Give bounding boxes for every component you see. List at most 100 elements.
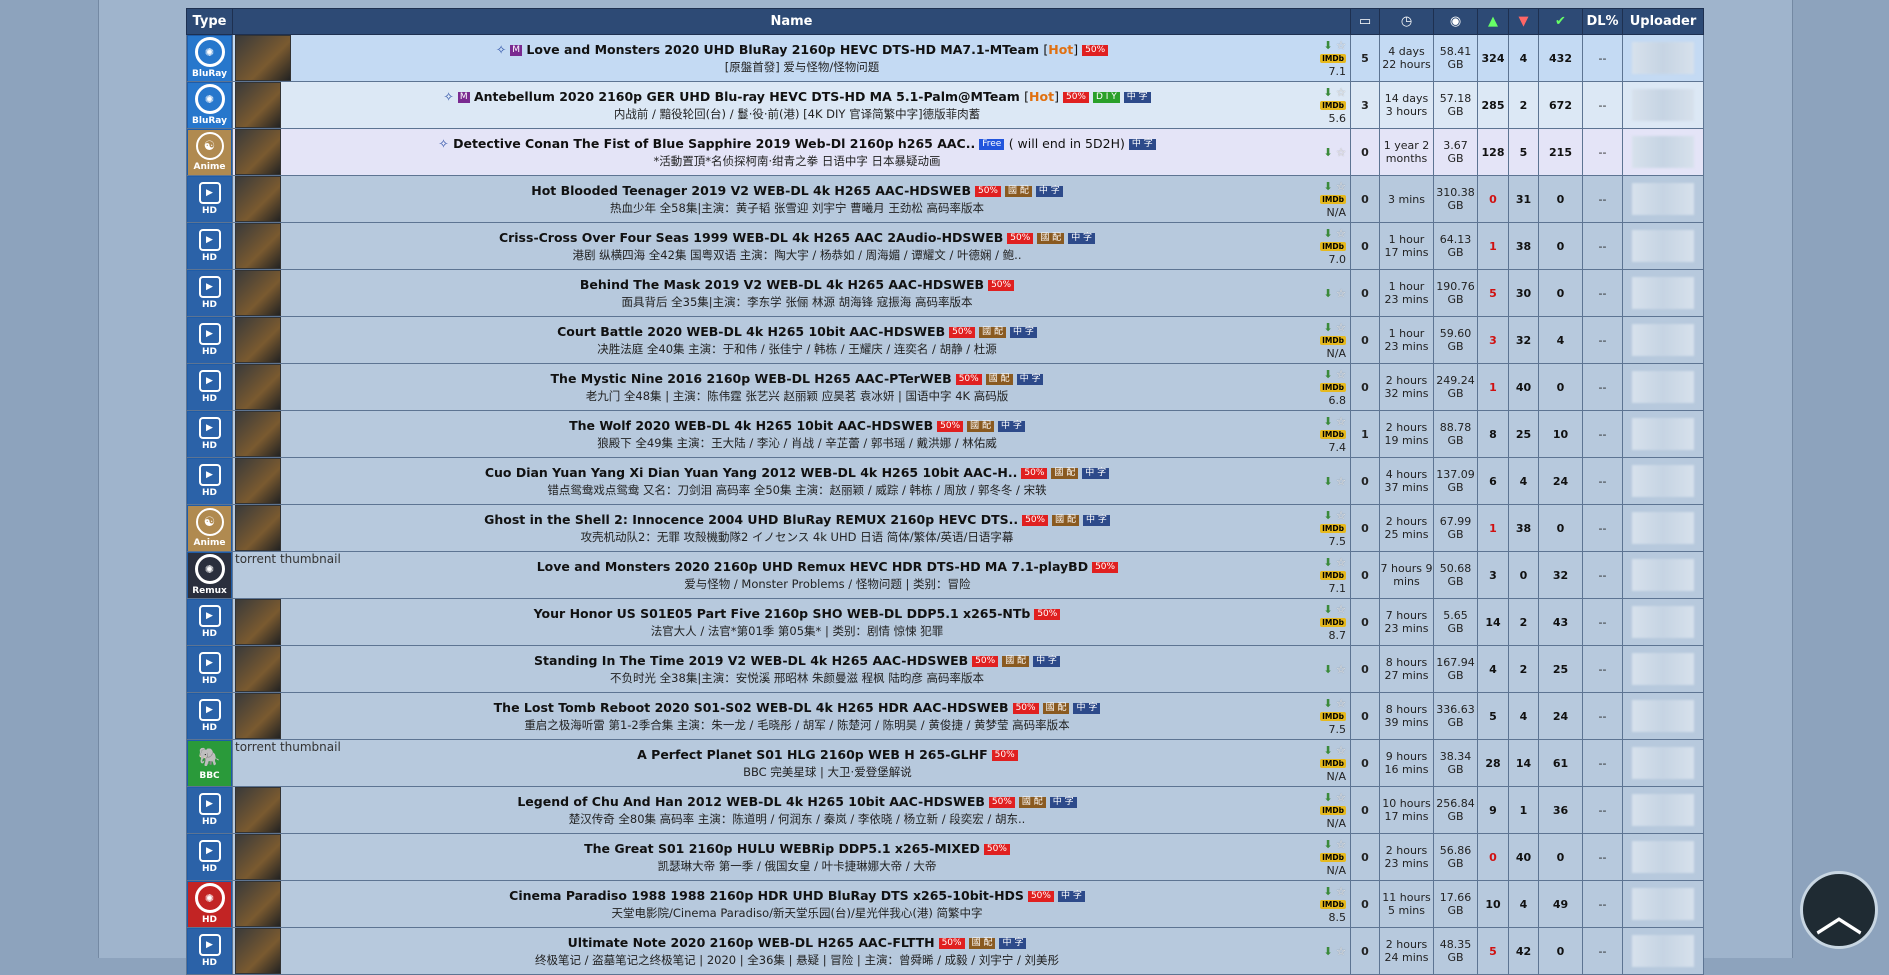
table-row[interactable]: ▶ HD The Lost Tomb Reboot 2020 S01-S02 W… (186, 692, 1704, 740)
uploader-cell[interactable] (1622, 316, 1704, 364)
thumbnail[interactable] (235, 787, 281, 833)
leechers-count[interactable]: 25 (1508, 410, 1539, 458)
completed-count[interactable]: 0 (1538, 269, 1583, 317)
category-hd-icon[interactable]: ▶ HD (188, 646, 231, 692)
seeders-count[interactable]: 1 (1477, 222, 1509, 270)
download-icon[interactable]: ⬇ (1323, 838, 1332, 851)
torrent-title-link[interactable]: Love and Monsters 2020 UHD BluRay 2160p … (526, 42, 1039, 57)
seeders-count[interactable]: 0 (1477, 175, 1509, 223)
leechers-count[interactable]: 31 (1508, 175, 1539, 223)
thumbnail[interactable] (235, 35, 291, 81)
bookmark-star-icon[interactable]: ☆ (1336, 415, 1346, 428)
torrent-title-link[interactable]: Legend of Chu And Han 2012 WEB-DL 4k H26… (517, 794, 985, 809)
torrent-title-link[interactable]: Detective Conan The Fist of Blue Sapphir… (453, 136, 975, 151)
table-row[interactable]: ☯ Anime ✧ Detective Conan The Fist of Bl… (186, 128, 1704, 176)
type-cell[interactable]: ▶ HD (186, 927, 233, 975)
seeders-count[interactable]: 5 (1477, 269, 1509, 317)
comments-count[interactable]: 0 (1350, 363, 1380, 411)
seeders-count[interactable]: 4 (1477, 645, 1509, 693)
torrent-title-link[interactable]: Love and Monsters 2020 2160p UHD Remux H… (537, 559, 1088, 574)
bookmark-star-icon[interactable]: ☆ (1336, 663, 1346, 676)
category-hd-icon[interactable]: ▶ HD (188, 223, 231, 269)
download-icon[interactable]: ⬇ (1323, 475, 1332, 488)
leechers-count[interactable]: 2 (1508, 81, 1539, 129)
comments-count[interactable]: 3 (1350, 81, 1380, 129)
type-cell[interactable]: ✺ HD (186, 880, 233, 928)
download-icon[interactable]: ⬇ (1323, 415, 1332, 428)
table-row[interactable]: ▶ HD The Wolf 2020 WEB-DL 4k H265 10bit … (186, 410, 1704, 458)
completed-count[interactable]: 0 (1538, 504, 1583, 552)
thumbnail[interactable] (235, 646, 281, 692)
comments-count[interactable]: 0 (1350, 645, 1380, 693)
seeders-count[interactable]: 3 (1477, 316, 1509, 364)
completed-count[interactable]: 61 (1538, 739, 1583, 787)
thumbnail[interactable] (235, 458, 281, 504)
comments-count[interactable]: 0 (1350, 551, 1380, 599)
comment-icon[interactable]: ▭ (1350, 8, 1380, 35)
comments-count[interactable]: 1 (1350, 410, 1380, 458)
category-hd-icon[interactable]: ▶ HD (188, 834, 231, 880)
completed-count[interactable]: 4 (1538, 316, 1583, 364)
leechers-count[interactable]: 4 (1508, 692, 1539, 740)
bookmark-star-icon[interactable]: ☆ (1336, 146, 1346, 159)
bookmark-star-icon[interactable]: ☆ (1336, 744, 1346, 757)
download-icon[interactable]: ⬇ (1323, 556, 1332, 569)
thumbnail[interactable] (235, 364, 281, 410)
completed-count[interactable]: 43 (1538, 598, 1583, 646)
header-dl-pct[interactable]: DL% (1582, 8, 1623, 35)
uploader-cell[interactable] (1622, 363, 1704, 411)
category-hd-icon[interactable]: ▶ HD (188, 928, 231, 974)
thumbnail[interactable]: torrent thumbnail (235, 553, 341, 597)
completed-count[interactable]: 32 (1538, 551, 1583, 599)
torrent-title-link[interactable]: Behind The Mask 2019 V2 WEB-DL 4k H265 A… (580, 277, 984, 292)
seeders-count[interactable]: 10 (1477, 880, 1509, 928)
type-cell[interactable]: ▶ HD (186, 786, 233, 834)
table-row[interactable]: ✺ Remux torrent thumbnail Love and Monst… (186, 551, 1704, 599)
download-icon[interactable]: ⬇ (1323, 945, 1332, 958)
completed-count[interactable]: 432 (1538, 34, 1583, 82)
torrent-title-link[interactable]: Criss-Cross Over Four Seas 1999 WEB-DL 4… (499, 230, 1003, 245)
completed-count[interactable]: 49 (1538, 880, 1583, 928)
leechers-count[interactable]: 38 (1508, 222, 1539, 270)
table-row[interactable]: ✺ BluRay ✧ M Love and Monsters 2020 UHD B… (186, 34, 1704, 82)
type-cell[interactable]: ▶ HD (186, 363, 233, 411)
type-cell[interactable]: ✺ Remux (186, 551, 233, 599)
table-row[interactable]: ▶ HD The Great S01 2160p HULU WEBRip DDP… (186, 833, 1704, 881)
download-icon[interactable]: ⬇ (1323, 368, 1332, 381)
table-row[interactable]: ▶ HD Cuo Dian Yuan Yang Xi Dian Yuan Yan… (186, 457, 1704, 505)
thumbnail[interactable] (235, 223, 281, 269)
torrent-title-link[interactable]: Hot Blooded Teenager 2019 V2 WEB-DL 4k H… (531, 183, 971, 198)
type-cell[interactable]: ▶ HD (186, 316, 233, 364)
category-bluray-icon[interactable]: ✺ BluRay (188, 35, 231, 81)
category-hd-icon[interactable]: ▶ HD (188, 176, 231, 222)
header-uploader[interactable]: Uploader (1622, 8, 1704, 35)
thumbnail[interactable] (235, 411, 281, 457)
table-row[interactable]: ▶ HD Criss-Cross Over Four Seas 1999 WEB… (186, 222, 1704, 270)
seeders-count[interactable]: 3 (1477, 551, 1509, 599)
table-row[interactable]: ▶ HD Ultimate Note 2020 2160p WEB-DL H26… (186, 927, 1704, 975)
seeders-count[interactable]: 9 (1477, 786, 1509, 834)
category-hdred-icon[interactable]: ✺ HD (188, 881, 231, 927)
category-hd-icon[interactable]: ▶ HD (188, 364, 231, 410)
download-icon[interactable]: ⬇ (1323, 603, 1332, 616)
category-anime-icon[interactable]: ☯ Anime (188, 129, 231, 175)
completed-count[interactable]: 25 (1538, 645, 1583, 693)
category-hd-icon[interactable]: ▶ HD (188, 787, 231, 833)
download-icon[interactable]: ⬇ (1323, 663, 1332, 676)
bookmark-star-icon[interactable]: ☆ (1336, 39, 1346, 52)
completed-count[interactable]: 24 (1538, 457, 1583, 505)
download-icon[interactable]: ⬇ (1323, 86, 1332, 99)
category-hd-icon[interactable]: ▶ HD (188, 411, 231, 457)
uploader-cell[interactable] (1622, 692, 1704, 740)
download-icon[interactable]: ⬇ (1323, 697, 1332, 710)
completed-count[interactable]: 0 (1538, 363, 1583, 411)
type-cell[interactable]: ✺ BluRay (186, 34, 233, 82)
uploader-cell[interactable] (1622, 222, 1704, 270)
torrent-title-link[interactable]: Ultimate Note 2020 2160p WEB-DL H265 AAC… (568, 935, 935, 950)
thumbnail[interactable] (235, 834, 281, 880)
table-row[interactable]: ✺ BluRay ✧ M Antebellum 2020 2160p GER UH… (186, 81, 1704, 129)
seeders-count[interactable]: 28 (1477, 739, 1509, 787)
uploader-cell[interactable] (1622, 786, 1704, 834)
thumbnail[interactable] (235, 270, 281, 316)
seeders-count[interactable]: 6 (1477, 457, 1509, 505)
